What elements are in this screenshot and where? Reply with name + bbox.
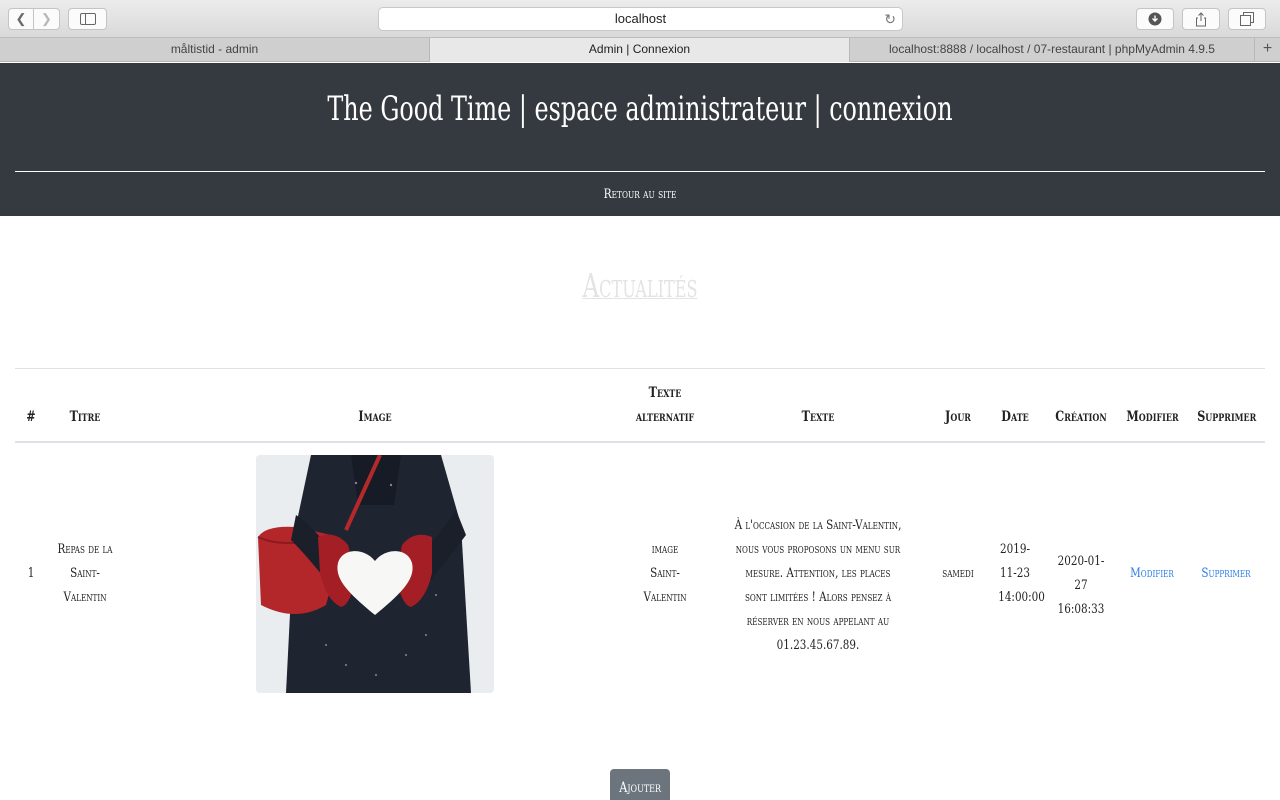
modifier-link[interactable]: Modifier: [1126, 562, 1177, 586]
tab-bar: måltistid - admin Admin | Connexion loca…: [0, 38, 1280, 62]
site-title: The Good Time | espace administrateur | …: [327, 89, 953, 129]
tab-admin-connexion[interactable]: Admin | Connexion: [430, 38, 850, 62]
reload-icon[interactable]: ↻: [884, 8, 896, 30]
url-text: localhost: [614, 11, 667, 26]
col-header-date: Date: [1001, 409, 1029, 425]
cell-texte-alternatif: image Saint-Valentin: [643, 542, 687, 605]
share-icon: [1196, 11, 1206, 26]
add-button-label: Ajouter: [619, 780, 661, 796]
tabs-overview-button[interactable]: [1228, 8, 1266, 30]
site-header: The Good Time | espace administrateur | …: [0, 63, 1280, 216]
download-icon: [1148, 12, 1162, 26]
tabs-overview-icon: [1240, 12, 1254, 26]
supprimer-link[interactable]: Supprimer: [1197, 562, 1255, 586]
cell-titre: Repas de la Saint-Valentin: [57, 542, 113, 605]
toolbar-right: [1136, 8, 1266, 30]
table-top-border: [15, 368, 1265, 369]
forward-button[interactable]: ❯: [34, 8, 60, 30]
back-to-site-link[interactable]: Retour au site: [115, 187, 1165, 202]
browser-toolbar: ❮ ❯ localhost ↻: [0, 0, 1280, 38]
col-header-id: #: [26, 409, 36, 425]
share-button[interactable]: [1182, 8, 1220, 30]
address-bar[interactable]: localhost ↻: [378, 7, 903, 31]
add-button[interactable]: Ajouter: [610, 769, 670, 800]
header-divider: [15, 171, 1265, 172]
new-tab-button[interactable]: +: [1255, 38, 1280, 61]
valentine-photo: [256, 455, 494, 693]
cell-date: 2019-11-23 14:00:00: [998, 542, 1045, 605]
sidebar-icon: [79, 13, 96, 25]
table-header-border: [15, 441, 1265, 443]
col-header-texte: Texte: [801, 409, 835, 425]
col-header-supprimer: Supprimer: [1197, 409, 1257, 425]
nav-buttons: ❮ ❯: [8, 8, 60, 30]
page-title: Actualités: [582, 266, 698, 305]
cell-texte: À l'occasion de la Saint-Valentin, nous …: [734, 518, 902, 653]
col-header-texte-alternatif: Texte alternatif: [635, 385, 695, 425]
col-header-creation: Création: [1055, 409, 1107, 425]
cell-id: 1: [27, 566, 35, 581]
col-header-image: Image: [358, 409, 392, 425]
tab-phpmyadmin[interactable]: localhost:8888 / localhost / 07-restaura…: [850, 38, 1255, 62]
chevron-right-icon: ❯: [41, 11, 52, 26]
downloads-button[interactable]: [1136, 8, 1174, 30]
news-image: [256, 455, 494, 693]
chevron-left-icon: ❮: [15, 11, 27, 26]
col-header-modifier: Modifier: [1126, 409, 1179, 425]
col-header-jour: Jour: [945, 409, 971, 425]
tab-maltistid-admin[interactable]: måltistid - admin: [0, 38, 430, 62]
col-header-titre: Titre: [69, 409, 101, 425]
cell-jour: samedi: [942, 566, 974, 581]
cell-creation: 2020-01-27 16:08:33: [1057, 554, 1105, 617]
sidebar-button[interactable]: [68, 8, 107, 30]
back-button[interactable]: ❮: [8, 8, 34, 30]
